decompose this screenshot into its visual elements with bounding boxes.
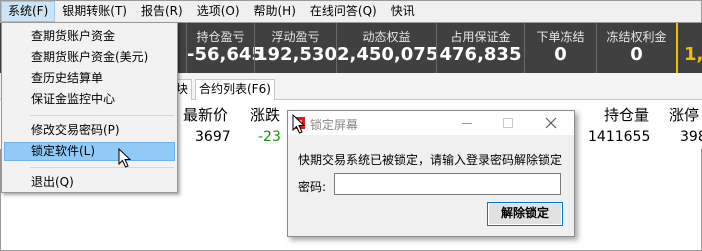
maximize-icon[interactable]	[494, 113, 522, 133]
stat-position-pnl: 持仓盈亏 -56,645	[186, 23, 264, 73]
stat-truncated: 1,	[676, 23, 702, 73]
stat-label: 持仓盈亏	[196, 30, 245, 44]
menu-system[interactable]: 系统(F)	[1, 1, 56, 22]
col-header-limit-up[interactable]: 涨停	[669, 104, 699, 125]
menu-separator	[30, 167, 174, 168]
menu-separator	[30, 115, 174, 116]
menu-bank-futures-transfer[interactable]: 银期转账(T)	[55, 1, 134, 22]
password-label: 密码:	[298, 180, 327, 194]
stat-margin-used: 占用保证金 476,835	[436, 23, 524, 73]
menu-item-query-account-funds[interactable]: 查期货账户资金	[4, 27, 175, 46]
minimize-icon[interactable]	[453, 113, 481, 133]
stat-label: 占用保证金	[450, 30, 511, 44]
cell-limit-up: 398	[680, 129, 702, 145]
stat-dynamic-equity: 动态权益 2,450,075	[336, 23, 439, 73]
lock-screen-dialog: 锁定屏幕 快期交易系统已被锁定，请输入登录密码解除锁定 密码: 解除锁定	[287, 110, 575, 237]
menu-item-query-settlement-history[interactable]: 查历史结算单	[4, 69, 175, 88]
col-header-change[interactable]: 涨跌	[250, 104, 280, 125]
cell-change: -23	[258, 129, 281, 145]
menu-bar: 系统(F) 银期转账(T) 报告(R) 选项(O) 帮助(H) 在线问答(Q) …	[0, 0, 702, 23]
menu-online-qa[interactable]: 在线问答(Q)	[303, 1, 384, 22]
stat-value: 0	[554, 44, 567, 65]
menu-item-margin-monitor-center[interactable]: 保证金监控中心	[4, 90, 175, 109]
stat-label: 下单冻结	[536, 30, 585, 44]
stat-value: 0	[630, 44, 643, 65]
cell-last-price: 3697	[195, 129, 231, 145]
stat-value: 1,	[684, 44, 702, 65]
mouse-cursor-icon	[118, 148, 132, 168]
stat-frozen-premium: 冻结权利金 0	[596, 23, 676, 73]
cell-open-interest: 1411655	[588, 129, 651, 145]
menu-item-change-trade-password[interactable]: 修改交易密码(P)	[4, 121, 175, 140]
system-menu-dropdown: 查期货账户资金 查期货账户资金(美元) 查历史结算单 保证金监控中心 修改交易密…	[1, 22, 178, 193]
unlock-button[interactable]: 解除锁定	[487, 202, 563, 226]
menu-report[interactable]: 报告(R)	[134, 1, 190, 22]
stat-label: 冻结权利金	[606, 30, 667, 44]
stat-value: 192,530	[255, 44, 337, 65]
stat-label: 浮动盈亏	[271, 30, 320, 44]
col-header-last-price[interactable]: 最新价	[183, 104, 228, 125]
close-icon[interactable]	[537, 113, 565, 133]
password-field[interactable]	[334, 173, 561, 195]
dialog-title: 锁定屏幕	[310, 118, 359, 132]
menu-item-query-account-funds-usd[interactable]: 查期货账户资金(美元)	[4, 48, 175, 67]
menu-help[interactable]: 帮助(H)	[247, 1, 303, 22]
stat-value: -56,645	[187, 44, 264, 65]
tab-contract-list[interactable]: 合约列表(F6)	[195, 79, 275, 100]
mouse-cursor-icon	[292, 114, 306, 134]
stat-floating-pnl: 浮动盈亏 192,530	[254, 23, 337, 73]
menu-item-exit[interactable]: 退出(Q)	[4, 173, 175, 192]
dialog-title-bar[interactable]: 锁定屏幕	[288, 111, 574, 135]
stat-value: 476,835	[439, 44, 522, 65]
menu-news[interactable]: 快讯	[384, 1, 422, 22]
lock-message: 快期交易系统已被锁定，请输入登录密码解除锁定	[298, 153, 563, 167]
col-header-open-interest[interactable]: 持仓量	[604, 104, 649, 125]
menu-options[interactable]: 选项(O)	[190, 1, 247, 22]
stat-label: 动态权益	[362, 30, 411, 44]
stat-value: 2,450,075	[337, 44, 439, 65]
menu-item-lock-software[interactable]: 锁定软件(L)	[4, 142, 175, 161]
stat-order-frozen: 下单冻结 0	[524, 23, 596, 73]
